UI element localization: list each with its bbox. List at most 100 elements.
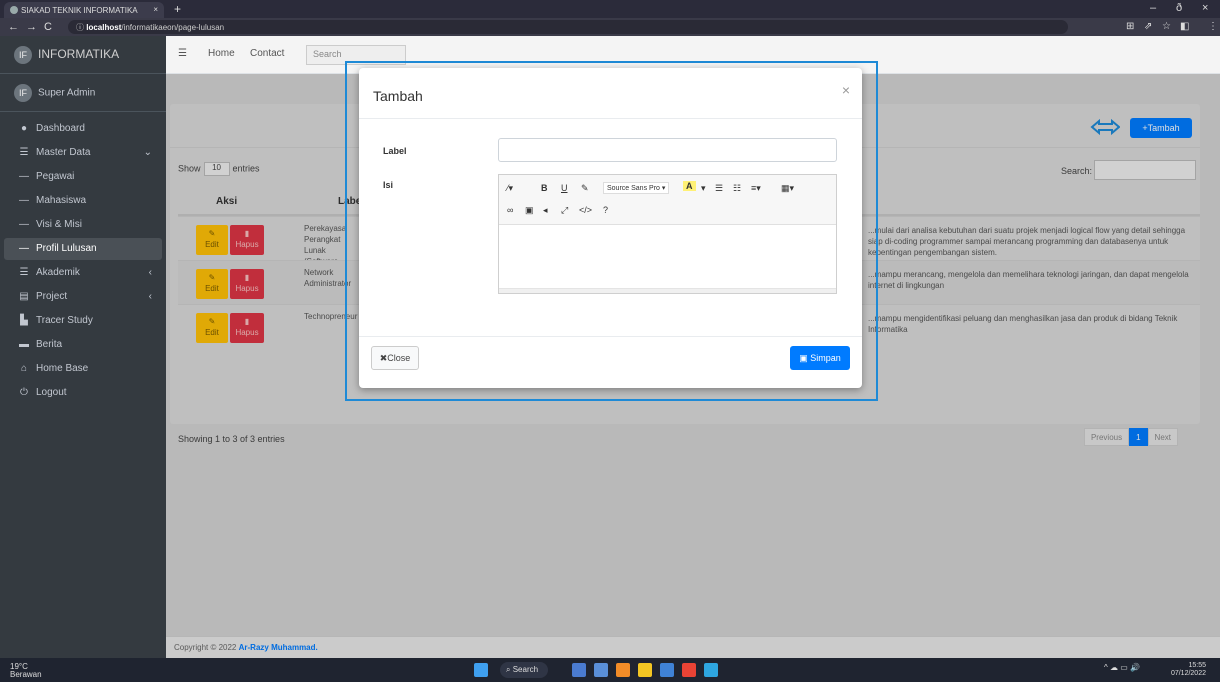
minimize-button[interactable]: – — [1150, 2, 1156, 14]
user-panel[interactable]: IF Super Admin — [0, 74, 166, 112]
brand-text: INFORMATIKA — [38, 47, 120, 62]
task-view-icon[interactable] — [572, 663, 586, 677]
paragraph-align-icon[interactable]: ≡▾ — [751, 183, 761, 194]
video-icon[interactable]: ◂ — [543, 205, 548, 216]
table-icon[interactable]: ▦▾ — [781, 183, 794, 194]
back-button[interactable]: ← — [8, 21, 19, 33]
sidebar-menu: ● Dashboard ☰ Master Data ⌄ — Pegawai — Mahas… — [0, 112, 166, 404]
taskbar-search-label: Search — [512, 665, 539, 674]
eraser-icon[interactable]: ✎ — [581, 183, 589, 194]
close-window-button[interactable]: × — [1202, 2, 1208, 14]
dash-icon: — — [19, 219, 29, 230]
help-icon[interactable]: ? — [603, 205, 608, 215]
sidebar-item-label: Pegawai — [36, 171, 75, 182]
sidebar-item-dashboard[interactable]: ● Dashboard — [4, 118, 162, 140]
sidebar-item-label: Tracer Study — [36, 315, 93, 326]
simpan-label: Simpan — [810, 353, 841, 363]
sidebar-item-label: Home Base — [36, 363, 89, 374]
simpan-button[interactable]: ▣ Simpan — [790, 346, 850, 370]
sidebar: IF INFORMATIKA IF Super Admin ● Dashboard ☰… — [0, 36, 166, 658]
nav-home-link[interactable]: Home — [208, 48, 235, 59]
bookmark-star-icon[interactable]: ☆ — [1162, 21, 1171, 32]
windows-taskbar: 19°C Berawan ⌕ Search ^ ☁ ▭ 🔊 15:55 07/12/… — [0, 658, 1220, 682]
sidebar-item-berita[interactable]: ▬ Berita — [4, 334, 162, 356]
rich-text-editor: ⁄▾ B U ✎ Source Sans Pro ▾ A ▾ ☰ ☷ ≡▾ ▦▾… — [498, 174, 837, 294]
brand[interactable]: IF INFORMATIKA — [0, 36, 166, 74]
code-view-icon[interactable]: </> — [579, 205, 592, 215]
ordered-list-icon[interactable]: ☷ — [733, 183, 741, 194]
divider — [359, 118, 862, 119]
sidebar-item-label: Visi & Misi — [36, 219, 82, 230]
reload-button[interactable]: C — [44, 21, 52, 33]
translate-icon[interactable]: ⊞ — [1126, 21, 1134, 32]
chart-icon: ▙ — [20, 315, 28, 326]
sidebar-item-project[interactable]: ▤ Project ‹ — [4, 286, 162, 308]
close-button[interactable]: ✖Close — [371, 346, 419, 370]
sidebar-item-home-base[interactable]: ⌂ Home Base — [4, 358, 162, 380]
magic-wand-icon[interactable]: ⁄▾ — [507, 183, 513, 194]
share-icon[interactable]: ⇗ — [1144, 21, 1152, 32]
time: 15:55 — [1188, 662, 1206, 669]
weather-text: Berawan — [10, 670, 42, 679]
color-dropdown-icon[interactable]: ▾ — [701, 183, 706, 194]
tab-title: SIAKAD TEKNIK INFORMATIKA — [21, 6, 138, 15]
tab-close-icon[interactable]: × — [153, 5, 158, 14]
sidebar-item-tracer-study[interactable]: ▙ Tracer Study — [4, 310, 162, 332]
close-icon[interactable]: × — [842, 82, 850, 98]
url-host: localhost — [86, 23, 122, 32]
link-icon[interactable]: ∞ — [507, 205, 513, 215]
sidebar-item-label: Berita — [36, 339, 63, 350]
list-icon: ☰ — [19, 267, 29, 278]
sidebar-item-label: Mahasiswa — [36, 195, 87, 206]
home-icon: ⌂ — [20, 363, 28, 374]
clock[interactable]: 15:55 07/12/2022 — [1171, 662, 1206, 678]
forward-button[interactable]: → — [26, 21, 37, 33]
browser-menu-icon[interactable]: ⋮ — [1208, 21, 1218, 32]
url-path: /informatikaeon/page-lulusan — [121, 23, 225, 32]
editor-content-area[interactable] — [499, 225, 836, 289]
extensions-icon[interactable]: ◧ — [1180, 21, 1189, 32]
bold-button[interactable]: B — [541, 183, 548, 193]
editor-resize-handle[interactable] — [499, 288, 836, 293]
store-icon[interactable] — [660, 663, 674, 677]
chrome-icon[interactable] — [682, 663, 696, 677]
edge-icon[interactable] — [704, 663, 718, 677]
label-input[interactable] — [498, 138, 837, 162]
font-color-button[interactable]: A — [683, 181, 696, 191]
sidebar-item-pegawai[interactable]: — Pegawai — [4, 166, 162, 188]
dashboard-icon: ● — [20, 123, 28, 134]
browser-tab[interactable]: SIAKAD TEKNIK INFORMATIKA × — [4, 2, 164, 18]
sidebar-item-profil-lulusan[interactable]: — Profil Lulusan — [4, 238, 162, 260]
fullscreen-icon[interactable]: ⤢ — [561, 205, 568, 216]
font-name-select[interactable]: Source Sans Pro ▾ — [603, 182, 670, 194]
underline-button[interactable]: U — [561, 183, 568, 193]
hamburger-icon[interactable]: ☰ — [178, 48, 187, 59]
sidebar-item-visi-misi[interactable]: — Visi & Misi — [4, 214, 162, 236]
nav-contact-link[interactable]: Contact — [250, 48, 284, 59]
browser-tabstrip: SIAKAD TEKNIK INFORMATIKA × + – ð × — [0, 0, 1220, 18]
firefox-icon[interactable] — [616, 663, 630, 677]
weather-widget[interactable]: 19°C Berawan — [10, 663, 42, 679]
sidebar-item-akademik[interactable]: ☰ Akademik ‹ — [4, 262, 162, 284]
unordered-list-icon[interactable]: ☰ — [715, 183, 723, 194]
avatar: IF — [14, 84, 32, 102]
chat-icon[interactable] — [594, 663, 608, 677]
taskbar-search[interactable]: ⌕ Search — [500, 662, 548, 678]
system-tray-icons[interactable]: ^ ☁ ▭ 🔊 — [1104, 663, 1140, 672]
url-field[interactable]: ⓘ localhost/informatikaeon/page-lulusan — [68, 20, 1068, 34]
dash-icon: — — [19, 243, 29, 254]
file-explorer-icon[interactable] — [638, 663, 652, 677]
modal-title: Tambah — [373, 88, 423, 104]
picture-icon[interactable]: ▣ — [525, 205, 534, 216]
sidebar-item-label: Logout — [36, 387, 67, 398]
new-tab-button[interactable]: + — [174, 2, 181, 16]
editor-toolbar: ⁄▾ B U ✎ Source Sans Pro ▾ A ▾ ☰ ☷ ≡▾ ▦▾… — [499, 175, 836, 225]
sidebar-item-mahasiswa[interactable]: — Mahasiswa — [4, 190, 162, 212]
date: 07/12/2022 — [1170, 670, 1206, 677]
chevron-left-icon: ‹ — [148, 291, 152, 302]
sidebar-item-label: Profil Lulusan — [36, 243, 97, 254]
sidebar-item-logout[interactable]: ⏻ Logout — [4, 382, 162, 404]
start-icon[interactable] — [474, 663, 488, 677]
sidebar-item-master-data[interactable]: ☰ Master Data ⌄ — [4, 142, 162, 164]
maximize-button[interactable]: ð — [1176, 2, 1182, 14]
